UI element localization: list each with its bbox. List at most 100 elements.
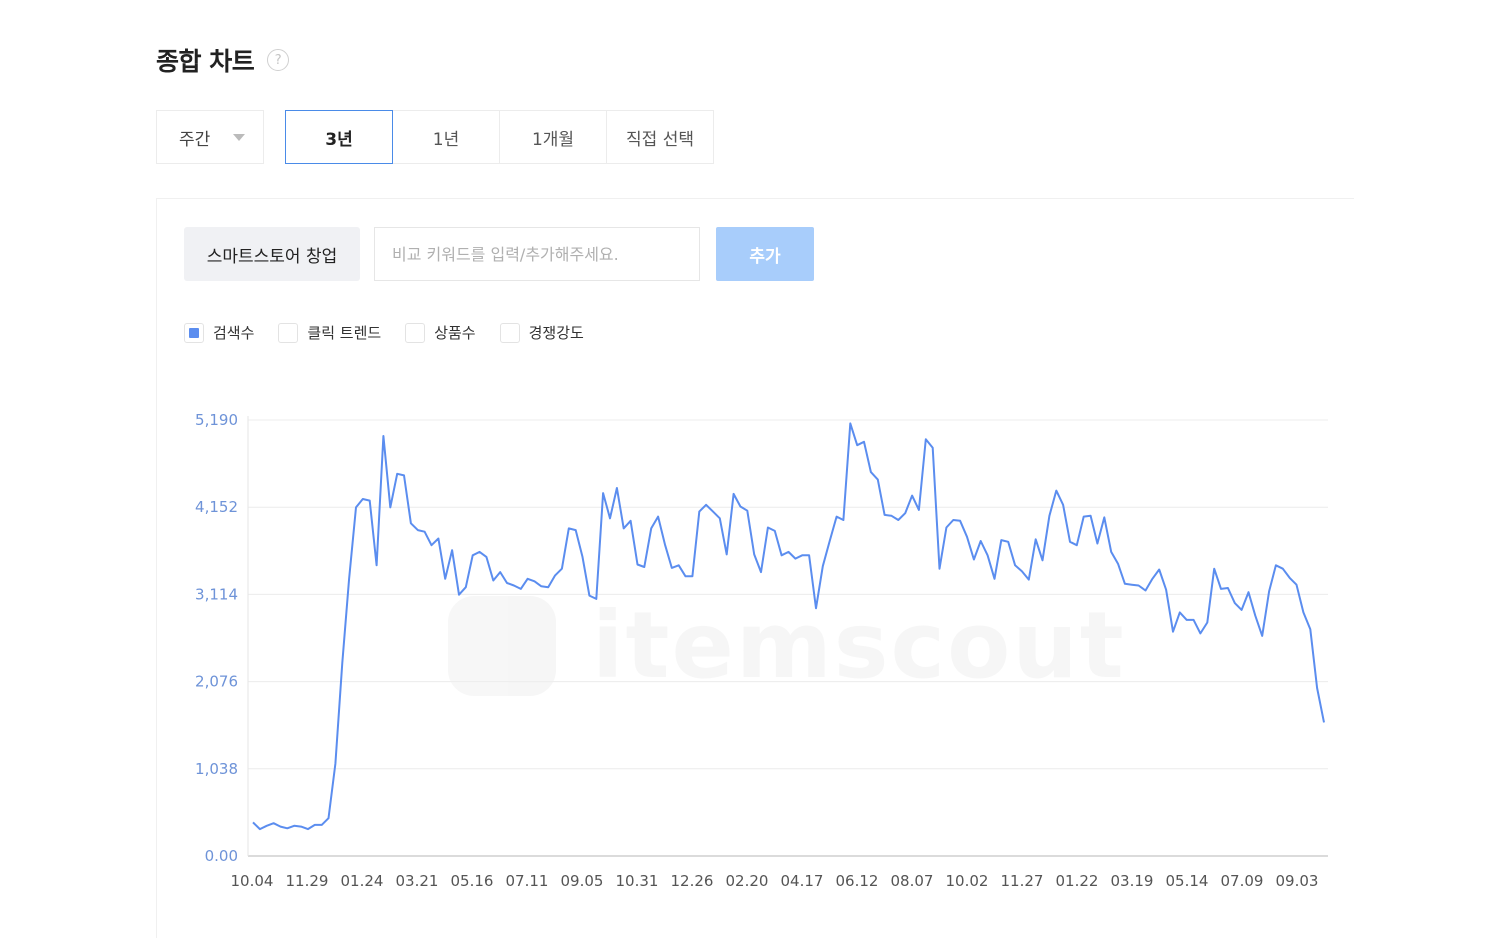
data-point[interactable] <box>639 562 649 572</box>
data-point[interactable] <box>344 574 354 584</box>
data-point[interactable] <box>461 582 471 592</box>
data-point[interactable] <box>420 527 430 537</box>
data-point[interactable] <box>962 532 972 542</box>
data-point[interactable] <box>1141 586 1151 596</box>
data-point[interactable] <box>1264 586 1274 596</box>
data-point[interactable] <box>674 560 684 570</box>
data-point[interactable] <box>770 526 780 536</box>
data-point[interactable] <box>1031 534 1041 544</box>
data-point[interactable] <box>811 603 821 613</box>
data-point[interactable] <box>722 549 732 559</box>
data-point[interactable] <box>866 467 876 477</box>
data-point[interactable] <box>591 594 601 604</box>
data-point[interactable] <box>337 658 347 668</box>
data-point[interactable] <box>845 418 855 428</box>
data-point[interactable] <box>825 536 835 546</box>
data-point[interactable] <box>1051 486 1061 496</box>
data-point[interactable] <box>1044 511 1054 521</box>
data-point[interactable] <box>1202 618 1212 628</box>
data-point[interactable] <box>1106 547 1116 557</box>
data-point[interactable] <box>873 475 883 485</box>
data-point[interactable] <box>1189 615 1199 625</box>
data-point[interactable] <box>612 483 622 493</box>
data-point[interactable] <box>921 434 931 444</box>
data-point[interactable] <box>488 576 498 586</box>
data-point[interactable] <box>1312 683 1322 693</box>
data-point[interactable] <box>605 513 615 523</box>
data-point[interactable] <box>1209 564 1219 574</box>
data-point[interactable] <box>1154 565 1164 575</box>
data-point[interactable] <box>749 549 759 559</box>
data-point[interactable] <box>454 590 464 600</box>
data-point[interactable] <box>1099 512 1109 522</box>
data-point[interactable] <box>557 564 567 574</box>
data-point[interactable] <box>1292 580 1302 590</box>
data-point[interactable] <box>907 491 917 501</box>
data-point[interactable] <box>1058 500 1068 510</box>
data-point[interactable] <box>351 502 361 512</box>
data-point[interactable] <box>1072 540 1082 550</box>
data-point[interactable] <box>646 523 656 533</box>
data-point[interactable] <box>378 431 388 441</box>
data-point[interactable] <box>1003 537 1013 547</box>
data-point[interactable] <box>372 560 382 570</box>
data-point[interactable] <box>1298 607 1308 617</box>
data-point[interactable] <box>1223 583 1233 593</box>
data-point[interactable] <box>1161 585 1171 595</box>
data-point[interactable] <box>543 582 553 592</box>
data-point[interactable] <box>1147 574 1157 584</box>
data-point[interactable] <box>481 552 491 562</box>
data-point[interactable] <box>990 574 1000 584</box>
data-point[interactable] <box>626 516 636 526</box>
data-point[interactable] <box>729 489 739 499</box>
data-point[interactable] <box>660 539 670 549</box>
data-point[interactable] <box>1257 631 1267 641</box>
data-point[interactable] <box>804 550 814 560</box>
data-point[interactable] <box>935 564 945 574</box>
data-point[interactable] <box>756 567 766 577</box>
data-point[interactable] <box>687 571 697 581</box>
tab-3-years[interactable]: 3년 <box>285 110 393 164</box>
data-point[interactable] <box>1175 607 1185 617</box>
data-point[interactable] <box>941 523 951 533</box>
data-point[interactable] <box>653 512 663 522</box>
data-point[interactable] <box>1278 564 1288 574</box>
data-point[interactable] <box>1024 575 1034 585</box>
data-point[interactable] <box>399 470 409 480</box>
data-point[interactable] <box>1168 627 1178 637</box>
data-point[interactable] <box>1086 511 1096 521</box>
data-point[interactable] <box>976 536 986 546</box>
data-point[interactable] <box>928 443 938 453</box>
data-point[interactable] <box>495 567 505 577</box>
data-point[interactable] <box>955 516 965 526</box>
data-point[interactable] <box>516 584 526 594</box>
data-point[interactable] <box>1250 611 1260 621</box>
data-point[interactable] <box>1195 628 1205 638</box>
data-point[interactable] <box>914 505 924 515</box>
data-point[interactable] <box>1237 605 1247 615</box>
data-point[interactable] <box>900 508 910 518</box>
data-point[interactable] <box>440 574 450 584</box>
data-point[interactable] <box>1244 587 1254 597</box>
data-point[interactable] <box>818 561 828 571</box>
data-point[interactable] <box>983 550 993 560</box>
data-point[interactable] <box>365 496 375 506</box>
data-point[interactable] <box>1038 555 1048 565</box>
data-point[interactable] <box>578 552 588 562</box>
data-point[interactable] <box>1305 624 1315 634</box>
data-point[interactable] <box>433 534 443 544</box>
data-point[interactable] <box>1319 717 1329 727</box>
data-point[interactable] <box>1017 566 1027 576</box>
data-point[interactable] <box>859 437 869 447</box>
data-point[interactable] <box>742 506 752 516</box>
data-point[interactable] <box>385 502 395 512</box>
data-point[interactable] <box>1113 559 1123 569</box>
data-point[interactable] <box>619 523 629 533</box>
data-point[interactable] <box>330 759 340 769</box>
data-point[interactable] <box>969 555 979 565</box>
data-point[interactable] <box>838 515 848 525</box>
data-point[interactable] <box>324 813 334 823</box>
data-point[interactable] <box>598 488 608 498</box>
data-point[interactable] <box>715 513 725 523</box>
data-point[interactable] <box>571 525 581 535</box>
